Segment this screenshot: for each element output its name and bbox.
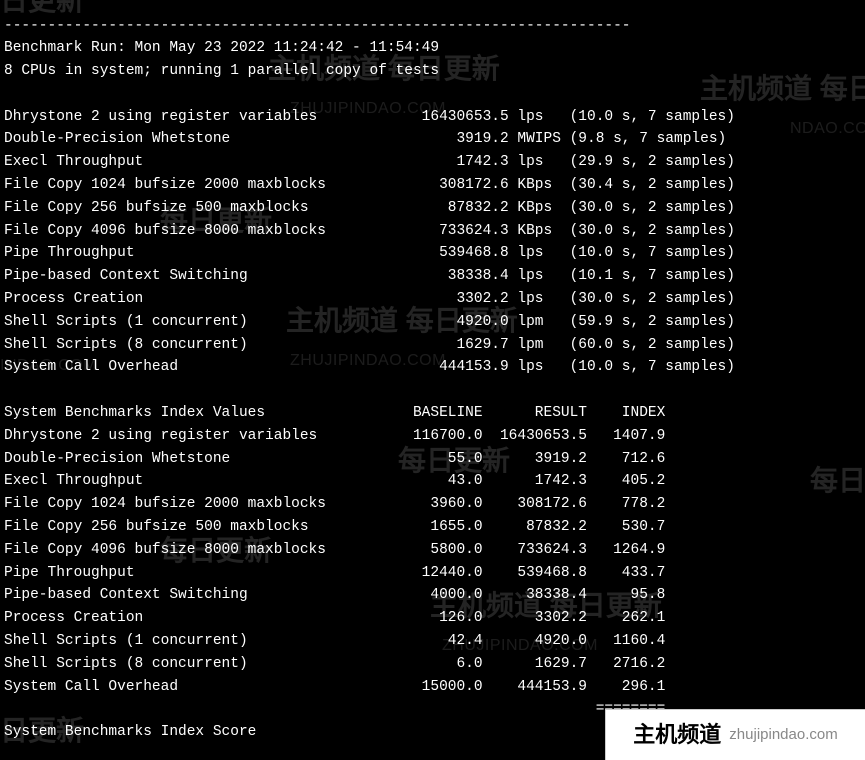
watermark-text: 日更新 — [0, 0, 84, 13]
footer-badge: 主机频道 zhujipindao.com — [605, 709, 865, 760]
benchmark-terminal-output: ----------------------------------------… — [4, 15, 735, 745]
footer-url: zhujipindao.com — [729, 724, 837, 747]
watermark-url: NDAO.CO — [790, 118, 865, 141]
footer-title: 主机频道 — [633, 724, 721, 747]
watermark-text: 每日更新 — [810, 470, 865, 493]
